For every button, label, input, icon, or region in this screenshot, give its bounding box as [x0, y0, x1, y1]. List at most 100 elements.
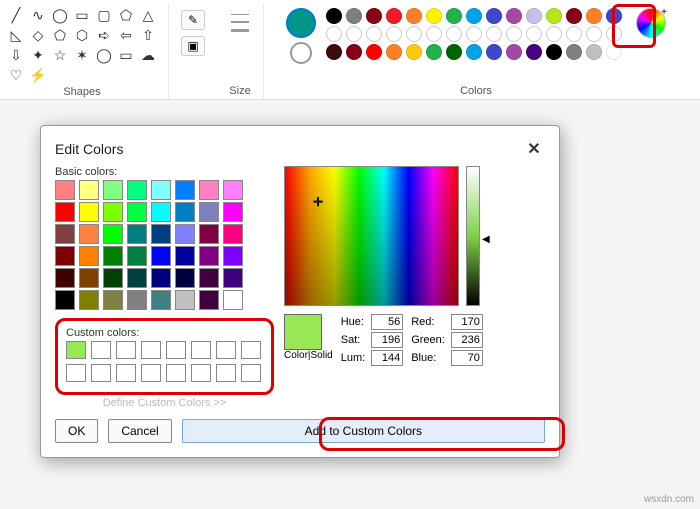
basic-swatch[interactable]	[223, 246, 243, 266]
shape-cloud-icon[interactable]: ☁	[138, 46, 158, 64]
basic-swatch[interactable]	[151, 202, 171, 222]
shape-righttri-icon[interactable]: ◺	[6, 26, 26, 44]
palette-swatch[interactable]	[366, 8, 382, 24]
basic-swatch[interactable]	[55, 180, 75, 200]
shape-larrow-icon[interactable]: ⇦	[116, 26, 136, 44]
custom-swatch[interactable]	[66, 364, 86, 382]
basic-swatch[interactable]	[103, 202, 123, 222]
palette-swatch[interactable]	[586, 44, 602, 60]
cancel-button[interactable]: Cancel	[108, 419, 171, 443]
basic-swatch[interactable]	[127, 224, 147, 244]
shape-poly-icon[interactable]: ⬠	[116, 6, 136, 24]
basic-swatch[interactable]	[55, 290, 75, 310]
ok-button[interactable]: OK	[55, 419, 98, 443]
basic-swatch[interactable]	[79, 224, 99, 244]
custom-swatch[interactable]	[191, 364, 211, 382]
basic-swatch[interactable]	[151, 290, 171, 310]
basic-swatch[interactable]	[55, 246, 75, 266]
basic-swatch[interactable]	[103, 224, 123, 244]
shape-pentagon-icon[interactable]: ⬠	[50, 26, 70, 44]
close-button[interactable]: ✕	[523, 138, 545, 160]
palette-swatch[interactable]	[326, 44, 342, 60]
shape-curve-icon[interactable]: ∿	[28, 6, 48, 24]
shape-4star-icon[interactable]: ✦	[28, 46, 48, 64]
custom-swatch[interactable]	[141, 364, 161, 382]
basic-swatch[interactable]	[103, 246, 123, 266]
palette-swatch[interactable]	[386, 26, 402, 42]
basic-swatch[interactable]	[103, 180, 123, 200]
palette-swatch[interactable]	[466, 26, 482, 42]
shape-roundcallout-icon[interactable]: ◯	[94, 46, 114, 64]
palette-swatch[interactable]	[546, 44, 562, 60]
custom-swatch[interactable]	[241, 364, 261, 382]
basic-swatch[interactable]	[199, 268, 219, 288]
palette-swatch[interactable]	[546, 26, 562, 42]
palette-swatch[interactable]	[506, 26, 522, 42]
shape-rarrow-icon[interactable]: ➪	[94, 26, 114, 44]
custom-swatch[interactable]	[91, 341, 111, 359]
basic-swatch[interactable]	[175, 224, 195, 244]
basic-swatch[interactable]	[55, 268, 75, 288]
palette-swatch[interactable]	[466, 8, 482, 24]
palette-swatch[interactable]	[486, 8, 502, 24]
basic-swatch[interactable]	[175, 180, 195, 200]
shape-6star-icon[interactable]: ✶	[72, 46, 92, 64]
palette-swatch[interactable]	[486, 44, 502, 60]
luminance-slider[interactable]	[466, 166, 480, 306]
palette-swatch[interactable]	[406, 44, 422, 60]
size-button[interactable]	[225, 4, 255, 42]
palette-swatch[interactable]	[546, 8, 562, 24]
basic-swatch[interactable]	[199, 246, 219, 266]
shapes-gallery[interactable]: ╱ ∿ ◯ ▭ ▢ ⬠ △ ◺ ◇ ⬠ ⬡ ➪ ⇦ ⇧ ⇩ ✦ ☆ ✶ ◯ ▭ …	[4, 4, 160, 86]
custom-swatch[interactable]	[116, 364, 136, 382]
palette-swatch[interactable]	[346, 8, 362, 24]
basic-swatch[interactable]	[223, 268, 243, 288]
palette-swatch[interactable]	[506, 44, 522, 60]
palette-swatch[interactable]	[346, 26, 362, 42]
basic-swatch[interactable]	[127, 268, 147, 288]
palette-swatch[interactable]	[386, 8, 402, 24]
palette-swatch[interactable]	[406, 8, 422, 24]
basic-swatch[interactable]	[103, 268, 123, 288]
palette-swatch[interactable]	[366, 26, 382, 42]
lum-input[interactable]	[371, 350, 403, 366]
shape-hex-icon[interactable]: ⬡	[72, 26, 92, 44]
basic-swatch[interactable]	[175, 290, 195, 310]
basic-swatch[interactable]	[151, 268, 171, 288]
palette-swatch[interactable]	[426, 44, 442, 60]
shape-tri-icon[interactable]: △	[138, 6, 158, 24]
custom-swatch[interactable]	[216, 364, 236, 382]
custom-swatch[interactable]	[141, 341, 161, 359]
color1-button[interactable]	[286, 8, 316, 38]
shape-roundrect-icon[interactable]: ▢	[94, 6, 114, 24]
shape-rect-icon[interactable]: ▭	[72, 6, 92, 24]
custom-swatch[interactable]	[166, 341, 186, 359]
basic-swatch[interactable]	[151, 246, 171, 266]
palette-swatch[interactable]	[386, 44, 402, 60]
shape-light-icon[interactable]: ⚡	[28, 66, 48, 84]
palette-swatch[interactable]	[566, 44, 582, 60]
basic-swatch[interactable]	[55, 224, 75, 244]
shape-rectcallout-icon[interactable]: ▭	[116, 46, 136, 64]
palette-swatch[interactable]	[326, 8, 342, 24]
custom-swatch[interactable]	[216, 341, 236, 359]
palette-swatch[interactable]	[426, 8, 442, 24]
color-spectrum[interactable]: ✛	[284, 166, 459, 306]
shape-5star-icon[interactable]: ☆	[50, 46, 70, 64]
fill-button[interactable]: ▣	[181, 36, 205, 56]
basic-swatch[interactable]	[127, 246, 147, 266]
basic-swatch[interactable]	[79, 180, 99, 200]
palette-swatch[interactable]	[466, 44, 482, 60]
palette-swatch[interactable]	[326, 26, 342, 42]
basic-swatch[interactable]	[79, 290, 99, 310]
basic-swatch[interactable]	[175, 246, 195, 266]
basic-swatch[interactable]	[223, 202, 243, 222]
blue-input[interactable]	[451, 350, 483, 366]
palette-swatch[interactable]	[506, 8, 522, 24]
outline-button[interactable]: ✎	[181, 10, 205, 30]
basic-swatch[interactable]	[175, 202, 195, 222]
shape-oval-icon[interactable]: ◯	[50, 6, 70, 24]
define-custom-link[interactable]: Define Custom Colors >>	[55, 397, 274, 409]
basic-swatch[interactable]	[223, 224, 243, 244]
hue-input[interactable]	[371, 314, 403, 330]
